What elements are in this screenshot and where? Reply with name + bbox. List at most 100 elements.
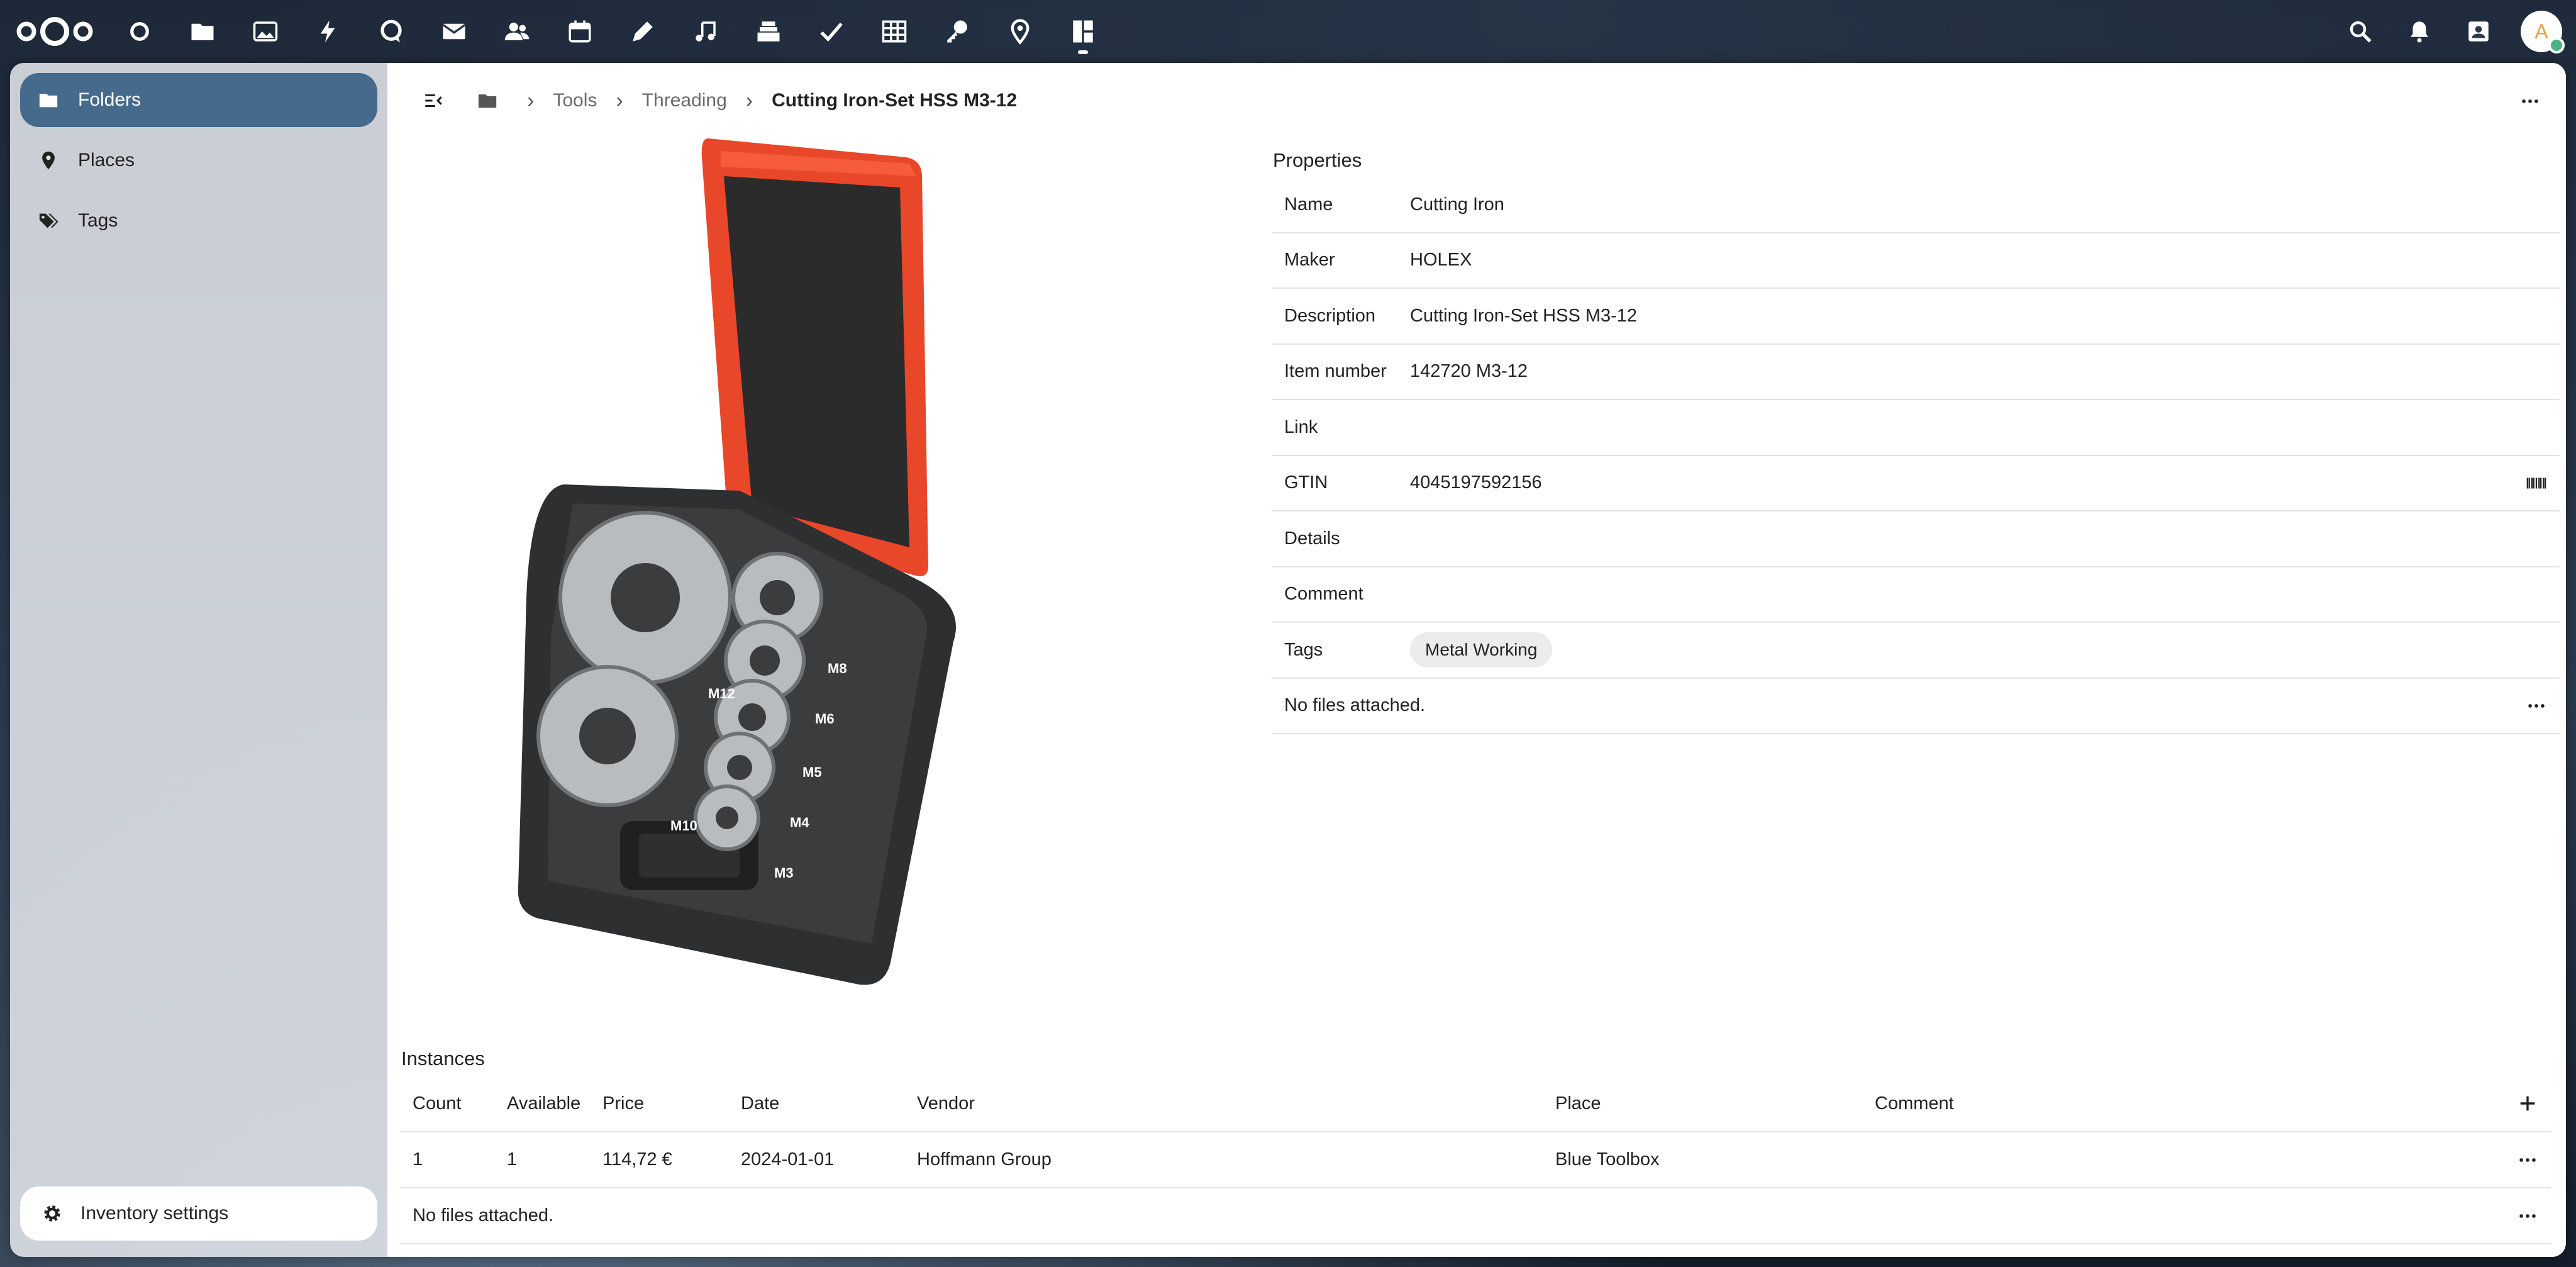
property-row-details[interactable]: Details bbox=[1272, 511, 2560, 567]
die-label-m6: M6 bbox=[815, 711, 835, 727]
property-value: HOLEX bbox=[1410, 250, 1472, 271]
property-key: Item number bbox=[1284, 361, 1387, 382]
cell-vendor: Hoffmann Group bbox=[917, 1149, 1052, 1169]
property-row-tags[interactable]: Tags Metal Working bbox=[1272, 623, 2560, 679]
avatar-initial: A bbox=[2534, 20, 2548, 43]
property-key: GTIN bbox=[1284, 472, 1328, 493]
instance-files-actions-button[interactable] bbox=[2517, 1205, 2538, 1227]
tasks-icon[interactable] bbox=[800, 0, 863, 63]
notes-icon[interactable] bbox=[611, 0, 674, 63]
cell-price: 114,72 € bbox=[602, 1149, 672, 1169]
table-row[interactable]: 1 1 114,72 € 2024-01-01 Hoffmann Group B… bbox=[400, 1132, 2551, 1188]
property-row-description[interactable]: Description Cutting Iron-Set HSS M3-12 bbox=[1272, 289, 2560, 345]
properties-title: Properties bbox=[1273, 149, 1362, 171]
files-actions-button[interactable] bbox=[2526, 695, 2547, 717]
breadcrumb-item-threading[interactable]: Threading bbox=[642, 90, 727, 111]
breadcrumb-root[interactable] bbox=[467, 80, 508, 121]
die-label-m8: M8 bbox=[828, 661, 847, 676]
calendar-icon[interactable] bbox=[548, 0, 611, 63]
property-value: 142720 M3-12 bbox=[1410, 361, 1528, 382]
passwords-icon[interactable] bbox=[926, 0, 989, 63]
property-row-name[interactable]: Name Cutting Iron bbox=[1272, 177, 2560, 233]
inventory-settings-button[interactable]: Inventory settings bbox=[20, 1186, 377, 1241]
cell-date: 2024-01-01 bbox=[741, 1149, 835, 1169]
more-horizontal-icon bbox=[2528, 703, 2545, 708]
breadcrumb-item-tools[interactable]: Tools bbox=[553, 90, 597, 111]
activity-icon[interactable] bbox=[297, 0, 360, 63]
die-label-m12: M12 bbox=[708, 686, 735, 701]
column-header: Count bbox=[413, 1093, 462, 1114]
deck-icon[interactable] bbox=[737, 0, 800, 63]
instances-table-header: Count Available Price Date Vendor Place … bbox=[400, 1076, 2551, 1132]
property-row-item-number[interactable]: Item number 142720 M3-12 bbox=[1272, 345, 2560, 400]
contacts-menu-icon[interactable] bbox=[2449, 0, 2508, 63]
property-row-gtin[interactable]: GTIN 4045197592156 bbox=[1272, 456, 2560, 511]
chevron-right-icon: › bbox=[745, 88, 753, 113]
chevron-right-icon: › bbox=[527, 88, 535, 113]
sidebar-item-label: Places bbox=[78, 150, 135, 170]
cell-place: Blue Toolbox bbox=[1555, 1149, 1660, 1169]
inventory-icon[interactable] bbox=[1052, 0, 1114, 63]
die-label-m3: M3 bbox=[774, 865, 794, 881]
maps-icon[interactable] bbox=[989, 0, 1052, 63]
property-key: Description bbox=[1284, 305, 1376, 326]
more-horizontal-icon bbox=[2519, 1158, 2536, 1162]
properties-panel: Properties Name Cutting Iron Maker HOLEX… bbox=[1272, 138, 2560, 734]
nextcloud-logo[interactable] bbox=[14, 0, 96, 63]
files-status-text: No files attached. bbox=[1284, 695, 1426, 716]
tag-pill[interactable]: Metal Working bbox=[1410, 632, 1553, 668]
tables-icon[interactable] bbox=[863, 0, 926, 63]
die-label-m4: M4 bbox=[790, 815, 809, 830]
tags-icon bbox=[39, 213, 58, 228]
sidebar: Folders Places Tags Inventory settings bbox=[10, 63, 387, 1257]
sidebar-item-label: Tags bbox=[78, 210, 118, 231]
notifications-icon[interactable] bbox=[2390, 0, 2449, 63]
instance-actions-button[interactable] bbox=[2517, 1149, 2538, 1171]
column-header: Price bbox=[602, 1093, 645, 1114]
property-key: Name bbox=[1284, 194, 1333, 215]
map-pin-icon bbox=[42, 151, 55, 170]
talk-icon[interactable] bbox=[360, 0, 423, 63]
property-key: Details bbox=[1284, 528, 1340, 549]
item-actions-button[interactable] bbox=[2509, 81, 2551, 122]
property-row-comment[interactable]: Comment bbox=[1272, 567, 2560, 623]
property-key: Link bbox=[1284, 416, 1318, 437]
search-icon[interactable] bbox=[2331, 0, 2390, 63]
property-value: 4045197592156 bbox=[1410, 472, 1542, 493]
plus-icon bbox=[2520, 1096, 2535, 1111]
add-instance-button[interactable] bbox=[2517, 1093, 2538, 1114]
sidebar-item-tags[interactable]: Tags bbox=[20, 194, 377, 248]
mail-icon[interactable] bbox=[423, 0, 486, 63]
item-image[interactable]: M12 M10 M8 M6 M5 M4 M3 bbox=[513, 138, 1111, 991]
avatar[interactable]: A bbox=[2521, 11, 2565, 53]
inventory-settings-label: Inventory settings bbox=[80, 1203, 229, 1224]
app-menu bbox=[108, 0, 1114, 63]
die-label-m10: M10 bbox=[670, 818, 697, 834]
property-value: Cutting Iron bbox=[1410, 194, 1504, 215]
contacts-icon[interactable] bbox=[486, 0, 548, 63]
folder-icon bbox=[478, 94, 497, 108]
app-content: Folders Places Tags Inventory settings ›… bbox=[10, 63, 2566, 1257]
more-horizontal-icon bbox=[2519, 1214, 2536, 1218]
breadcrumb-current: Cutting Iron-Set HSS M3-12 bbox=[772, 90, 1018, 111]
column-header: Date bbox=[741, 1093, 780, 1114]
cell-count: 1 bbox=[413, 1149, 423, 1169]
property-key: Comment bbox=[1284, 584, 1363, 605]
chevron-right-icon: › bbox=[616, 88, 623, 113]
files-icon[interactable] bbox=[171, 0, 234, 63]
gear-icon bbox=[44, 1205, 60, 1222]
music-icon[interactable] bbox=[674, 0, 737, 63]
dashboard-icon[interactable] bbox=[108, 0, 171, 63]
barcode-icon[interactable] bbox=[2526, 472, 2547, 494]
sidebar-item-places[interactable]: Places bbox=[20, 133, 377, 187]
property-row-link[interactable]: Link bbox=[1272, 400, 2560, 456]
instances-section: Instances Count Available Price Date Ven… bbox=[400, 1037, 2551, 1244]
folder-icon bbox=[39, 94, 58, 108]
column-header: Vendor bbox=[917, 1093, 975, 1114]
property-key: Tags bbox=[1284, 639, 1323, 660]
files-status-text: No files attached. bbox=[413, 1205, 554, 1225]
toggle-sidebar-button[interactable] bbox=[413, 80, 454, 121]
sidebar-item-folders[interactable]: Folders bbox=[20, 73, 377, 127]
photos-icon[interactable] bbox=[234, 0, 297, 63]
property-row-maker[interactable]: Maker HOLEX bbox=[1272, 233, 2560, 289]
